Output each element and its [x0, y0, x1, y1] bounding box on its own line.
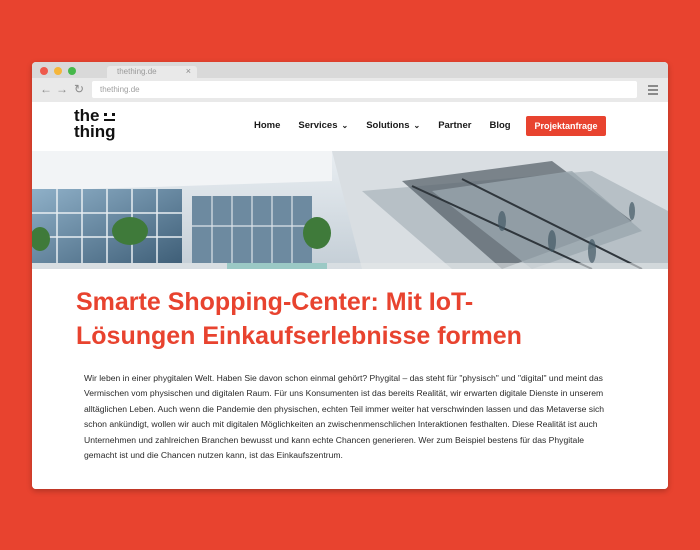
- headline-line-1: Smarte Shopping-Center: Mit IoT-: [76, 288, 474, 316]
- tab-title: thething.de: [117, 67, 157, 76]
- nav-item-home[interactable]: Home: [254, 120, 280, 131]
- logo-text-thing: thing: [74, 122, 116, 141]
- project-request-button[interactable]: Projektanfrage: [526, 116, 606, 136]
- forward-arrow-icon[interactable]: →: [56, 82, 68, 96]
- browser-tab[interactable]: thething.de ×: [107, 66, 197, 78]
- logo-mark-icon: [103, 111, 118, 121]
- browser-toolbar: ← → ↻ thething.de: [32, 78, 668, 102]
- nav-item-label: Home: [254, 120, 281, 131]
- article-intro-paragraph: Wir leben in einer phygitalen Welt. Habe…: [84, 373, 605, 461]
- nav-item-services[interactable]: Services ⌄: [298, 120, 348, 131]
- minimize-window-icon[interactable]: [54, 67, 62, 75]
- chevron-down-icon: ⌄: [413, 121, 421, 130]
- hamburger-menu-icon[interactable]: [648, 85, 658, 97]
- nav-item-label: Services: [298, 120, 338, 131]
- maximize-window-icon[interactable]: [68, 67, 76, 75]
- hero-image: [32, 151, 668, 269]
- site-logo[interactable]: the thing: [74, 107, 118, 141]
- browser-window: thething.de × ← → ↻ thething.de the thin…: [32, 62, 668, 489]
- headline-line-2: Lösungen Einkaufserlebnisse formen: [76, 322, 522, 350]
- website: the thing Home Services ⌄ Solutions ⌄ Pa…: [32, 102, 668, 489]
- reload-icon[interactable]: ↻: [74, 82, 84, 96]
- nav-item-solutions[interactable]: Solutions ⌄: [366, 120, 420, 131]
- article-headline: Smarte Shopping-Center: Mit IoT- Lösunge…: [76, 285, 636, 353]
- back-arrow-icon[interactable]: ←: [40, 82, 52, 96]
- nav-item-blog[interactable]: Blog: [489, 120, 510, 131]
- address-bar[interactable]: thething.de: [92, 81, 637, 98]
- nav-item-label: Blog: [489, 120, 511, 131]
- nav-item-label: Partner: [438, 120, 472, 131]
- nav-item-partner[interactable]: Partner: [438, 120, 471, 131]
- browser-titlebar: thething.de ×: [32, 62, 668, 78]
- nav-item-label: Solutions: [366, 120, 410, 131]
- address-bar-text: thething.de: [100, 85, 140, 94]
- chevron-down-icon: ⌄: [341, 121, 349, 130]
- close-window-icon[interactable]: [40, 67, 48, 75]
- main-navigation: Home Services ⌄ Solutions ⌄ Partner Blog: [254, 120, 529, 131]
- tab-close-icon[interactable]: ×: [186, 66, 191, 76]
